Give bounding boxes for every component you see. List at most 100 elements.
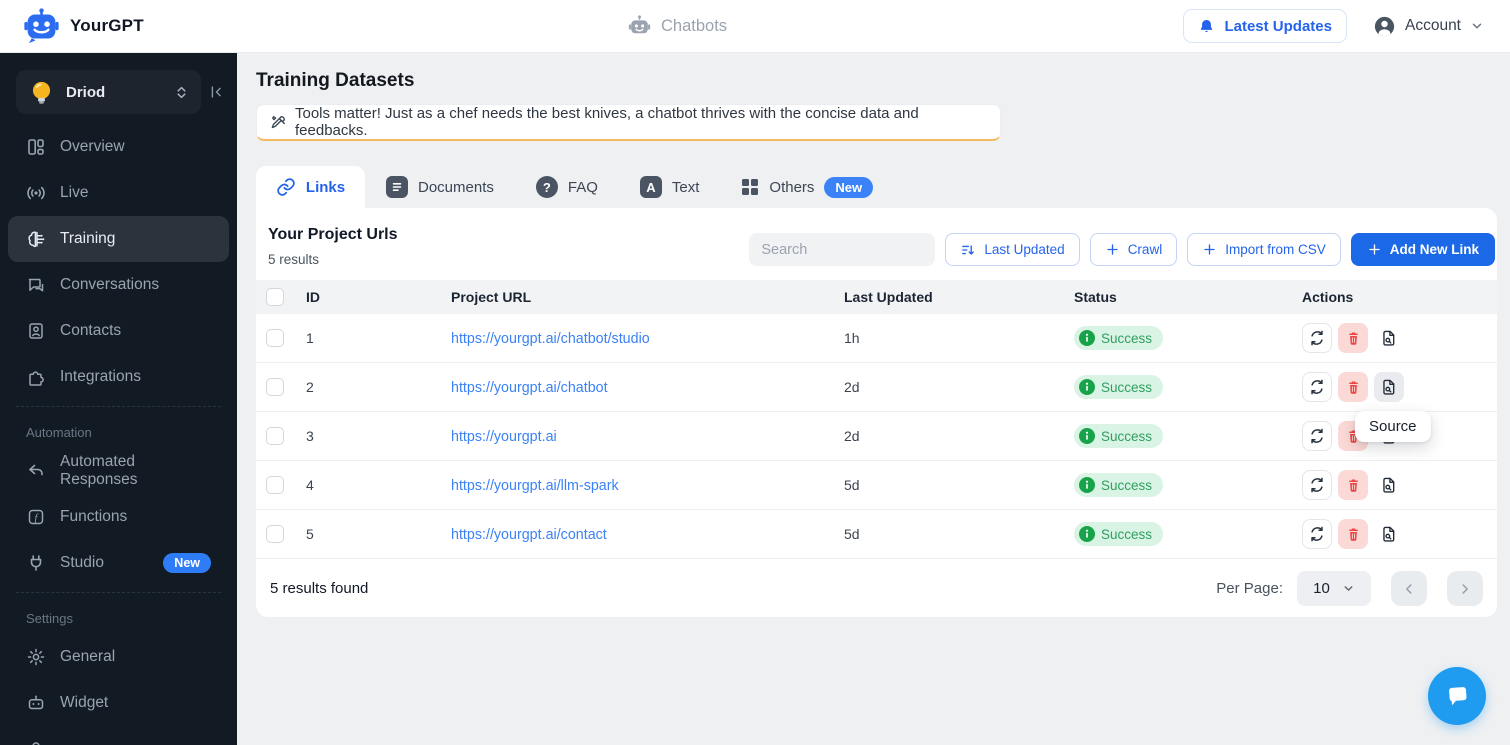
- latest-updates-button[interactable]: Latest Updates: [1183, 9, 1347, 43]
- tab-label: Documents: [418, 178, 494, 196]
- project-url-link[interactable]: https://yourgpt.ai/llm-spark: [451, 478, 619, 494]
- delete-button[interactable]: [1338, 372, 1368, 402]
- project-url-link[interactable]: https://yourgpt.ai: [451, 429, 557, 445]
- row-id: 5: [306, 526, 314, 542]
- project-url-link[interactable]: https://yourgpt.ai/contact: [451, 527, 607, 543]
- refresh-button[interactable]: [1302, 323, 1332, 353]
- refresh-button[interactable]: [1302, 519, 1332, 549]
- avatar-icon: [1373, 15, 1396, 38]
- section-label-settings: Settings: [26, 611, 73, 626]
- select-all-checkbox[interactable]: [266, 288, 284, 306]
- workspace-selector[interactable]: Driod: [16, 70, 201, 114]
- tab-text[interactable]: A Text: [619, 166, 721, 208]
- refresh-button[interactable]: [1302, 421, 1332, 451]
- sidebar-item-training[interactable]: Training: [8, 216, 229, 262]
- add-new-link-button[interactable]: Add New Link: [1350, 233, 1495, 266]
- studio-plug-icon: [26, 553, 46, 573]
- source-button[interactable]: [1374, 323, 1404, 353]
- row-checkbox[interactable]: [266, 378, 284, 396]
- document-icon: [386, 176, 408, 198]
- chat-widget-button[interactable]: [1428, 667, 1486, 725]
- workspace-updown-icon: [174, 85, 189, 100]
- sidebar-item-live[interactable]: Live: [8, 170, 229, 216]
- import-csv-button[interactable]: Import from CSV: [1187, 233, 1341, 266]
- svg-text:f: f: [35, 513, 40, 524]
- chevron-down-icon: [1470, 19, 1484, 33]
- overview-icon: [26, 137, 46, 157]
- yourgpt-logo-robot-icon: [23, 7, 60, 45]
- tab-others[interactable]: Others New: [720, 166, 894, 208]
- refresh-button[interactable]: [1302, 470, 1332, 500]
- tab-label: Text: [671, 178, 700, 196]
- sidebar-item-partial[interactable]: [8, 726, 229, 745]
- chat-bubble-icon: [1442, 681, 1472, 711]
- refresh-button[interactable]: [1302, 372, 1332, 402]
- results-count: 5 results: [268, 252, 320, 267]
- sidebar-item-label: Training: [60, 230, 116, 247]
- sidebar-item-overview[interactable]: Overview: [8, 124, 229, 170]
- nav-chatbots-label: Chatbots: [661, 17, 728, 35]
- chatbot-robot-icon: [628, 15, 651, 38]
- col-header-updated: Last Updated: [844, 289, 933, 305]
- row-checkbox[interactable]: [266, 525, 284, 543]
- question-icon: ?: [535, 176, 558, 198]
- table-header: ID Project URL Last Updated Status Actio…: [256, 280, 1497, 314]
- source-button-hovered[interactable]: [1374, 372, 1404, 402]
- row-checkbox[interactable]: [266, 329, 284, 347]
- sidebar-item-conversations[interactable]: Conversations: [8, 262, 229, 308]
- row-id: 4: [306, 477, 314, 493]
- sidebar-item-studio[interactable]: Studio New: [8, 540, 229, 586]
- sidebar-nav: Overview Live Training Conversations Con…: [0, 124, 237, 745]
- sidebar-item-functions[interactable]: f Functions: [8, 494, 229, 540]
- row-checkbox[interactable]: [266, 476, 284, 494]
- project-url-link[interactable]: https://yourgpt.ai/chatbot/studio: [451, 331, 650, 347]
- person-icon: [26, 739, 46, 745]
- prev-page-button[interactable]: [1391, 571, 1427, 606]
- nav-chatbots[interactable]: Chatbots: [628, 0, 727, 53]
- delete-button[interactable]: [1338, 519, 1368, 549]
- gear-icon: [26, 647, 46, 667]
- account-menu[interactable]: Account: [1373, 15, 1484, 38]
- chevron-right-icon: [1462, 583, 1468, 594]
- delete-button[interactable]: [1338, 470, 1368, 500]
- plus-icon: [1367, 242, 1382, 257]
- tab-documents[interactable]: Documents: [365, 166, 515, 208]
- account-label: Account: [1404, 17, 1461, 34]
- sidebar-item-label: General: [60, 648, 116, 665]
- tab-links[interactable]: Links: [256, 166, 365, 208]
- delete-button[interactable]: [1338, 323, 1368, 353]
- topbar: YourGPT Chatbots Latest Updates Account: [0, 0, 1510, 53]
- results-found: 5 results found: [270, 580, 369, 597]
- sort-label: Last Updated: [984, 242, 1065, 257]
- status-badge: Success: [1074, 522, 1164, 546]
- crawl-button[interactable]: Crawl: [1089, 233, 1178, 266]
- per-page-select[interactable]: 10: [1297, 571, 1371, 606]
- plus-icon: [1202, 242, 1217, 257]
- status-badge: Success: [1074, 375, 1164, 399]
- lightbulb-icon: [28, 79, 55, 106]
- live-broadcast-icon: [26, 183, 46, 203]
- tab-faq[interactable]: ? FAQ: [515, 166, 619, 208]
- sort-last-updated-button[interactable]: Last Updated: [945, 233, 1080, 266]
- sidebar-item-integrations[interactable]: Integrations: [8, 354, 229, 400]
- row-checkbox[interactable]: [266, 427, 284, 445]
- project-url-link[interactable]: https://yourgpt.ai/chatbot: [451, 380, 608, 396]
- training-brain-icon: [26, 229, 46, 249]
- status-badge: Success: [1074, 326, 1164, 350]
- reply-arrow-icon: [26, 461, 46, 481]
- next-page-button[interactable]: [1447, 571, 1483, 606]
- panel-header: Your Project Urls 5 results Last Updated: [256, 208, 1497, 280]
- row-updated: 5d: [844, 526, 860, 542]
- sidebar-item-label: Widget: [60, 694, 109, 711]
- sidebar-item-contacts[interactable]: Contacts: [8, 308, 229, 354]
- sidebar-item-widget[interactable]: Widget: [8, 680, 229, 726]
- widget-robot-icon: [26, 693, 46, 713]
- topbar-right: Latest Updates Account: [1183, 9, 1510, 43]
- sidebar-collapse-button[interactable]: [201, 77, 231, 107]
- search-input[interactable]: [749, 233, 936, 266]
- new-badge: New: [163, 552, 211, 574]
- source-button[interactable]: [1374, 519, 1404, 549]
- sidebar-item-general[interactable]: General: [8, 634, 229, 680]
- sidebar-item-automated-responses[interactable]: Automated Responses: [8, 448, 229, 494]
- source-button[interactable]: [1374, 470, 1404, 500]
